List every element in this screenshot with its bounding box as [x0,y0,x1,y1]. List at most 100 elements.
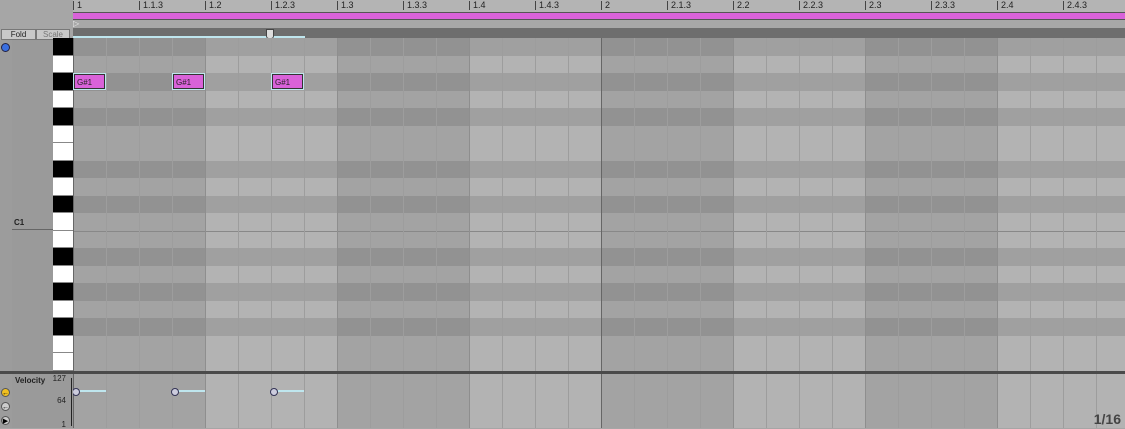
note-row-black [73,248,1125,266]
grid-line [898,38,899,371]
fold-button[interactable]: Fold [1,29,36,40]
piano-key-B0[interactable] [53,230,73,248]
grid-line [634,374,635,428]
ruler-label: 1.2.3 [271,1,295,10]
grid-line [1030,374,1031,428]
ruler-label: 2.2.3 [799,1,823,10]
grid-line [766,374,767,428]
grid-line [1030,38,1031,371]
grid-line [997,374,998,428]
ruler-label: 2.1.3 [667,1,691,10]
piano-key-A-sharp0[interactable] [53,248,73,266]
grid-line [106,38,107,371]
grid-line [535,374,536,428]
clip-region-bar[interactable] [73,12,1125,20]
envelope-toggle-icon[interactable]: ← [1,388,10,397]
grid-line [898,374,899,428]
midi-note[interactable]: G#1 [73,73,106,90]
grid-line [568,374,569,428]
piano-key-C1[interactable] [53,213,73,231]
octave-line [73,230,1125,232]
grid-line [997,38,998,371]
note-grid[interactable]: G#1 G#1 G#1 [73,38,1125,371]
velocity-lane[interactable] [73,374,1125,428]
velocity-handle[interactable] [73,387,80,396]
grid-line [700,374,701,428]
piano-key-D-sharp1[interactable] [53,160,73,178]
start-marker-icon[interactable]: ▷ [73,20,79,28]
grid-line [238,38,239,371]
grid-line [370,38,371,371]
ruler-label: 2.3.3 [931,1,955,10]
grid-line [502,38,503,371]
piano-key-E1[interactable] [53,143,73,161]
piano-key-F-sharp0[interactable] [53,318,73,336]
grid-line [535,38,536,371]
grid-line [1063,374,1064,428]
grid-line [667,38,668,371]
piano-key-A1[interactable] [53,55,73,73]
ruler-label: 1.3.3 [403,1,427,10]
lane-toggle-icon[interactable]: ← [1,402,10,411]
piano-key-E0[interactable] [53,353,73,371]
preview-icon[interactable] [1,43,10,52]
velocity-mid: 64 [57,396,66,405]
piano-key-A-sharp1[interactable] [53,38,73,56]
grid-line [337,38,338,371]
piano-keyboard[interactable] [53,38,73,371]
piano-key-G0[interactable] [53,300,73,318]
velocity-bar [175,389,205,392]
grid-line [634,38,635,371]
note-row-black [73,195,1125,213]
c1-label: C1 [14,218,25,227]
note-row-black [73,283,1125,301]
grid-line [964,38,965,371]
piano-key-F0[interactable] [53,335,73,353]
grid-line [601,38,602,371]
start-marker-row[interactable]: ▷ [73,20,1125,28]
velocity-title: Velocity [15,376,46,385]
velocity-handle[interactable] [171,387,179,396]
midi-note[interactable]: G#1 [172,73,205,90]
note-row-black [73,108,1125,126]
note-row-black [73,73,1125,91]
grid-line [172,374,173,428]
note-row-black [73,318,1125,336]
grid-line [1096,38,1097,371]
ruler-label: 2.4 [997,1,1014,10]
ruler-label: 2.3 [865,1,882,10]
piano-key-G-sharp1[interactable] [53,73,73,91]
piano-key-D1[interactable] [53,178,73,196]
piano-key-G-sharp0[interactable] [53,283,73,301]
key-label-panel: C1 [12,40,53,371]
velocity-header: Velocity 127 64 1 [12,374,73,429]
midi-note[interactable]: G#1 [271,73,304,90]
velocity-bar [76,389,106,392]
grid-line [271,374,272,428]
grid-line [238,374,239,428]
grid-line [568,38,569,371]
piano-key-F-sharp1[interactable] [53,108,73,126]
grid-line [832,374,833,428]
grid-line [799,374,800,428]
grid-line [436,374,437,428]
grid-line [766,38,767,371]
piano-key-A0[interactable] [53,265,73,283]
piano-key-F1[interactable] [53,125,73,143]
grid-line [139,38,140,371]
grid-line [502,374,503,428]
grid-line [370,374,371,428]
grid-size-label[interactable]: 1/16 [1094,411,1121,427]
piano-key-G1[interactable] [53,90,73,108]
piano-key-C-sharp1[interactable] [53,195,73,213]
grid-line [733,374,734,428]
grid-line [205,374,206,428]
grid-line [469,374,470,428]
ruler-label: 2 [601,1,610,10]
grid-line [304,38,305,371]
ruler-label: 2.4.3 [1063,1,1087,10]
grid-line [337,374,338,428]
expand-lane-icon[interactable]: ▶ [1,416,10,425]
grid-line [733,38,734,371]
velocity-handle[interactable] [270,387,278,396]
